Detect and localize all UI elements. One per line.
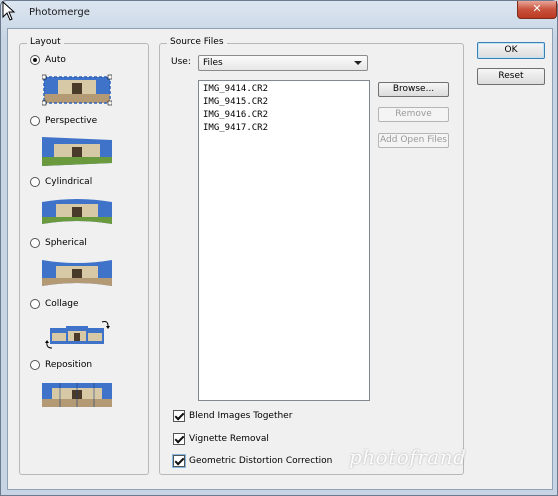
collage-preview-thumbnail — [45, 321, 110, 349]
list-item[interactable]: IMG_9415.CR2 — [203, 96, 365, 109]
layout-option-label: Collage — [45, 299, 79, 309]
radio-collage[interactable] — [30, 299, 40, 309]
ok-button[interactable]: OK — [477, 42, 545, 59]
auto-preview-thumbnail — [42, 74, 112, 106]
distortion-correction-label: Geometric Distortion Correction — [189, 456, 333, 466]
distortion-correction-option[interactable]: Geometric Distortion Correction — [173, 454, 332, 468]
layout-option-reposition[interactable]: Reposition — [30, 358, 92, 372]
use-label: Use: — [171, 57, 191, 67]
vignette-removal-label: Vignette Removal — [189, 434, 269, 444]
list-item[interactable]: IMG_9414.CR2 — [203, 83, 365, 96]
layout-option-label: Cylindrical — [45, 177, 93, 187]
layout-option-label: Spherical — [45, 238, 87, 248]
spherical-preview-thumbnail — [42, 260, 112, 286]
layout-option-cylindrical[interactable]: Cylindrical — [30, 175, 92, 189]
watermark: photofrand — [349, 445, 467, 469]
perspective-preview-thumbnail — [42, 137, 112, 166]
browse-button[interactable]: Browse... — [378, 82, 449, 97]
layout-group: Layout Auto Perspective Cylindrical Sphe… — [19, 37, 149, 475]
vignette-removal-checkbox[interactable] — [173, 433, 185, 445]
vignette-removal-option[interactable]: Vignette Removal — [173, 432, 269, 446]
blend-images-option[interactable]: Blend Images Together — [173, 409, 292, 423]
radio-cylindrical[interactable] — [30, 177, 40, 187]
reposition-preview-thumbnail — [42, 383, 112, 407]
blend-images-checkbox[interactable] — [173, 410, 185, 422]
layout-option-label: Auto — [45, 55, 66, 65]
layout-option-collage[interactable]: Collage — [30, 297, 79, 311]
close-icon: ✕ — [532, 2, 542, 15]
distortion-correction-checkbox[interactable] — [173, 455, 185, 467]
reset-button[interactable]: Reset — [477, 68, 545, 85]
layout-option-auto[interactable]: Auto — [30, 53, 66, 67]
radio-spherical[interactable] — [30, 238, 40, 248]
title-bar[interactable]: Photomerge ✕ — [1, 1, 557, 25]
layout-option-label: Reposition — [45, 360, 93, 370]
layout-option-perspective[interactable]: Perspective — [30, 114, 97, 128]
list-item[interactable]: IMG_9416.CR2 — [203, 109, 365, 122]
window-title: Photomerge — [29, 7, 90, 18]
source-files-group-label: Source Files — [167, 37, 227, 47]
layout-option-spherical[interactable]: Spherical — [30, 236, 87, 250]
radio-perspective[interactable] — [30, 116, 40, 126]
file-list[interactable]: IMG_9414.CR2 IMG_9415.CR2 IMG_9416.CR2 I… — [198, 80, 370, 401]
add-open-files-button[interactable]: Add Open Files — [378, 133, 449, 148]
use-select-value: Files — [203, 58, 223, 68]
layout-group-label: Layout — [27, 37, 64, 47]
use-select[interactable]: Files — [198, 55, 368, 71]
layout-option-label: Perspective — [45, 116, 98, 126]
blend-images-label: Blend Images Together — [189, 411, 293, 421]
radio-reposition[interactable] — [30, 360, 40, 370]
list-item[interactable]: IMG_9417.CR2 — [203, 122, 365, 135]
close-button[interactable]: ✕ — [517, 1, 557, 19]
chevron-down-icon — [354, 61, 362, 65]
photomerge-dialog: Photomerge ✕ Layout Auto Perspective Cyl… — [0, 0, 558, 496]
cylindrical-preview-thumbnail — [42, 199, 112, 224]
radio-auto[interactable] — [30, 55, 40, 65]
remove-button[interactable]: Remove — [378, 107, 449, 122]
mouse-cursor-icon — [2, 1, 16, 21]
